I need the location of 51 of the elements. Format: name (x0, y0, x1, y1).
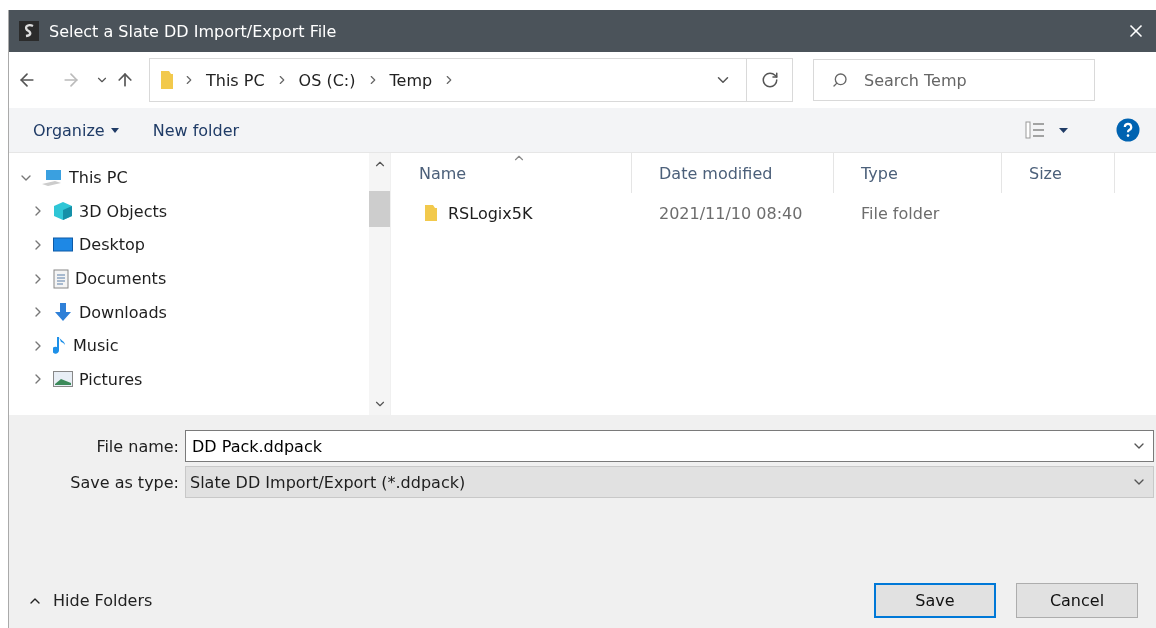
default-button[interactable]: Save (874, 583, 996, 618)
picture-icon (53, 371, 73, 388)
new-folder-button[interactable]: New folder (142, 116, 250, 144)
scrollbar[interactable] (369, 153, 390, 415)
hide-folders-button[interactable]: Hide Folders (21, 590, 159, 611)
dropdown-value: Slate DD Import/Export (*.ddpack) (189, 472, 467, 492)
file-name: RSLogix5K (448, 203, 533, 223)
tree-item[interactable]: 3D Objects (79, 201, 168, 221)
caret-icon (110, 127, 119, 133)
folder-icon (424, 204, 438, 222)
down-arrow-icon (53, 302, 73, 323)
column-header[interactable]: Date modified (632, 153, 834, 193)
column-header[interactable]: Name (392, 153, 632, 193)
scrollbar-thumb[interactable] (369, 191, 390, 227)
breadcrumb[interactable]: This PC (204, 70, 267, 90)
tree-item[interactable]: Desktop (79, 235, 145, 255)
save-as-type-dropdown[interactable]: Slate DD Import/Export (*.ddpack) (185, 466, 1154, 498)
refresh-icon (760, 71, 779, 89)
help-icon[interactable] (1116, 118, 1140, 142)
column-header[interactable]: Type (834, 153, 1002, 193)
folder-icon (160, 70, 174, 90)
tree-item[interactable]: Documents (75, 269, 167, 289)
cube-icon (53, 201, 73, 222)
tree-item[interactable]: Music (73, 336, 119, 356)
search-field[interactable]: Search Temp (813, 59, 1095, 101)
file-name-field[interactable]: DD Pack.ddpack (185, 430, 1154, 462)
column-header[interactable]: Size (1002, 153, 1115, 193)
window-title: Select a Slate DD Import/Export File (49, 21, 338, 41)
file-name-input[interactable]: DD Pack.ddpack (186, 435, 1125, 457)
monitor-icon (53, 237, 73, 253)
breadcrumb[interactable]: OS (C:) (296, 70, 358, 90)
save-as-type-label: Save as type: (69, 472, 180, 492)
document-icon (53, 268, 69, 289)
caret-icon (1059, 127, 1068, 133)
breadcrumb[interactable]: Temp (387, 70, 435, 90)
computer-icon (41, 168, 63, 187)
details-view-icon (1025, 121, 1045, 139)
file-row[interactable]: RSLogix5K 2021/11/10 08:40 File folder (392, 193, 1156, 233)
dialog-button[interactable]: Cancel (1016, 583, 1138, 618)
address-bar[interactable]: This PC OS (C:) Temp (149, 58, 793, 102)
view-options-button[interactable] (1025, 121, 1068, 139)
app-logo-icon (19, 21, 39, 41)
search-icon (832, 72, 848, 88)
tree-item[interactable]: This PC (69, 168, 128, 188)
file-name-label: File name: (95, 436, 180, 456)
date-modified: 2021/11/10 08:40 (658, 203, 804, 223)
file-type: File folder (860, 203, 941, 223)
organize-button[interactable]: Organize (23, 116, 129, 144)
music-note-icon (53, 335, 67, 356)
tree-item[interactable]: Downloads (79, 302, 167, 322)
tree-item[interactable]: Pictures (79, 369, 143, 389)
